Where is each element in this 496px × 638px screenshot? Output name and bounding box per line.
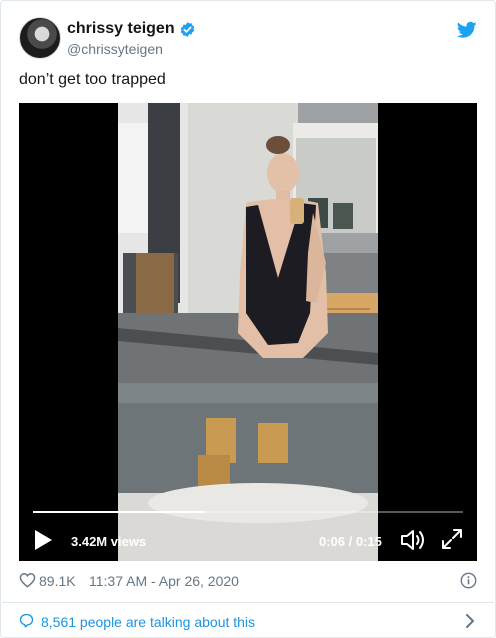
like-count[interactable]: 89.1K <box>39 573 76 589</box>
video-time: 0:06 / 0:15 <box>319 534 382 549</box>
play-icon[interactable] <box>33 529 53 551</box>
tweet-card: chrissy teigen @chrissyteigen don’t get … <box>0 0 496 638</box>
tweet-meta: 89.1K 11:37 AM - Apr 26, 2020 <box>19 571 477 591</box>
timestamp[interactable]: 11:37 AM - Apr 26, 2020 <box>89 573 239 589</box>
chevron-right-icon[interactable] <box>465 614 475 628</box>
twitter-bird-icon[interactable] <box>457 21 477 39</box>
info-icon[interactable] <box>460 572 477 589</box>
view-count: 3.42M views <box>71 534 147 549</box>
progress-fill <box>33 511 205 513</box>
video-player[interactable]: 3.42M views 0:06 / 0:15 <box>19 103 477 561</box>
video-controls: 3.42M views 0:06 / 0:15 <box>19 521 477 555</box>
verified-badge-icon <box>180 21 194 37</box>
heart-icon[interactable] <box>19 572 36 588</box>
volume-icon[interactable] <box>400 528 428 552</box>
progress-track[interactable] <box>33 511 463 513</box>
divider <box>2 602 494 603</box>
name-row: chrissy teigen <box>67 20 196 38</box>
avatar[interactable] <box>19 17 61 59</box>
tweet-text: don’t get too trapped <box>19 71 166 88</box>
speech-bubble-icon <box>19 613 34 628</box>
display-name[interactable]: chrissy teigen <box>67 20 175 38</box>
conversation-link[interactable]: 8,561 people are talking about this <box>19 612 477 632</box>
tweet-header: chrissy teigen @chrissyteigen <box>19 17 477 61</box>
fullscreen-icon[interactable] <box>441 528 463 550</box>
handle[interactable]: @chrissyteigen <box>67 41 163 57</box>
conversation-label[interactable]: 8,561 people are talking about this <box>41 614 255 630</box>
video-frame[interactable] <box>118 103 378 561</box>
